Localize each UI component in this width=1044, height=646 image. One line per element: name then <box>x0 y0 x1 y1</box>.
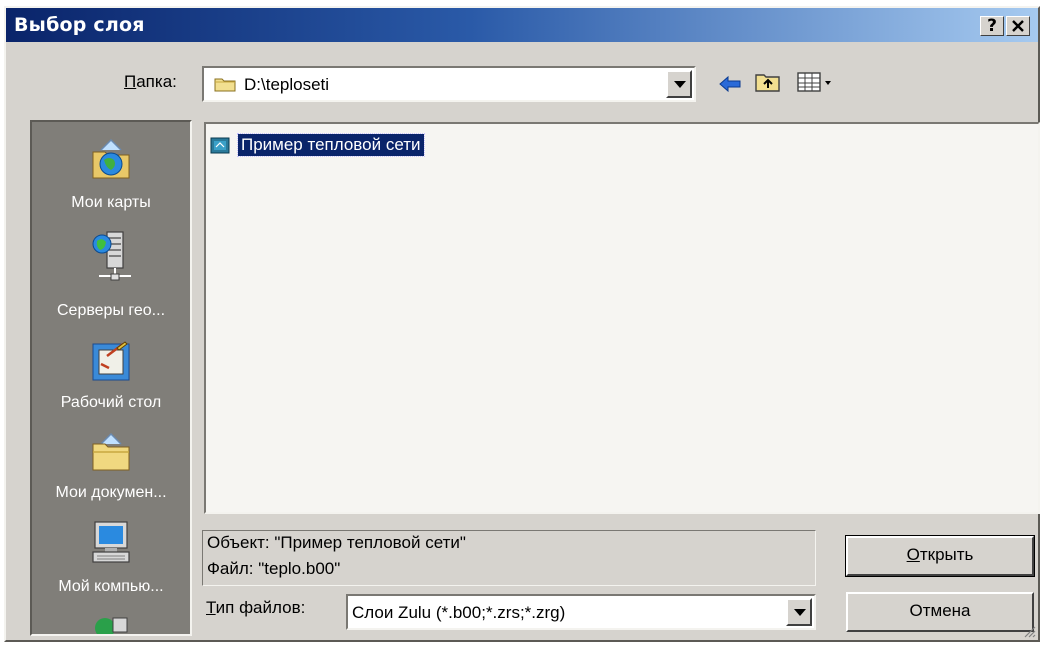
place-my-maps[interactable] <box>32 136 190 187</box>
folder-combobox[interactable]: D:\teploseti <box>202 66 696 102</box>
back-arrow-icon[interactable] <box>718 74 742 94</box>
my-maps-icon <box>92 138 130 179</box>
filetype-dropdown-button[interactable] <box>786 598 812 626</box>
place-partial-item[interactable] <box>32 610 190 634</box>
layer-select-dialog: Выбор слоя ? Папка: D:\teploseti Мои кар… <box>4 6 1040 642</box>
title-bar[interactable]: Выбор слоя ? <box>6 8 1038 42</box>
places-bar: Мои карты Серверы гео... Рабочий стол Мо… <box>30 120 192 636</box>
filetype-label: Тип файлов: <box>206 598 306 617</box>
place-geo-servers-label: Серверы гео... <box>56 302 166 319</box>
open-button[interactable]: Открыть <box>845 535 1035 577</box>
place-desktop[interactable] <box>32 338 190 389</box>
cancel-button[interactable]: Отмена <box>846 592 1034 632</box>
place-desktop-label: Рабочий стол <box>60 394 162 411</box>
dialog-title: Выбор слоя <box>14 14 145 36</box>
place-my-maps-label: Мои карты <box>71 194 151 211</box>
help-button[interactable]: ? <box>980 16 1004 36</box>
info-file: Файл: "teplo.b00" <box>207 559 341 578</box>
file-list[interactable]: Пример тепловой сети <box>204 122 1040 514</box>
view-menu-icon[interactable] <box>796 70 836 94</box>
folder-dropdown-button[interactable] <box>666 70 692 98</box>
place-my-documents-label: Мои докумен... <box>55 484 167 501</box>
selection-info-panel: Объект: "Пример тепловой сети" Файл: "te… <box>202 530 816 586</box>
close-button[interactable] <box>1006 16 1030 36</box>
my-documents-icon <box>92 432 130 471</box>
place-geo-servers[interactable] <box>32 228 190 291</box>
folder-label: Папка: <box>124 72 177 91</box>
resize-grip-icon[interactable] <box>1022 624 1036 638</box>
filetype-value: Слои Zulu (*.b00;*.zrs;*.zrg) <box>352 603 566 622</box>
folder-icon <box>214 78 236 92</box>
close-icon <box>1012 20 1024 32</box>
place-my-documents[interactable] <box>32 428 190 479</box>
folder-path: D:\teploseti <box>244 75 330 94</box>
layer-file-icon <box>210 137 230 154</box>
info-object: Объект: "Пример тепловой сети" <box>207 533 466 552</box>
place-my-computer-label: Мой компью... <box>58 578 164 595</box>
desktop-icon <box>92 341 130 381</box>
up-folder-icon[interactable] <box>754 70 782 94</box>
place-my-computer[interactable] <box>32 518 190 573</box>
filetype-combobox[interactable]: Слои Zulu (*.b00;*.zrs;*.zrg) <box>346 594 816 630</box>
geo-servers-icon <box>92 231 131 281</box>
my-computer-icon <box>92 521 130 563</box>
file-item-label: Пример тепловой сети <box>237 133 425 157</box>
network-icon <box>95 617 128 634</box>
